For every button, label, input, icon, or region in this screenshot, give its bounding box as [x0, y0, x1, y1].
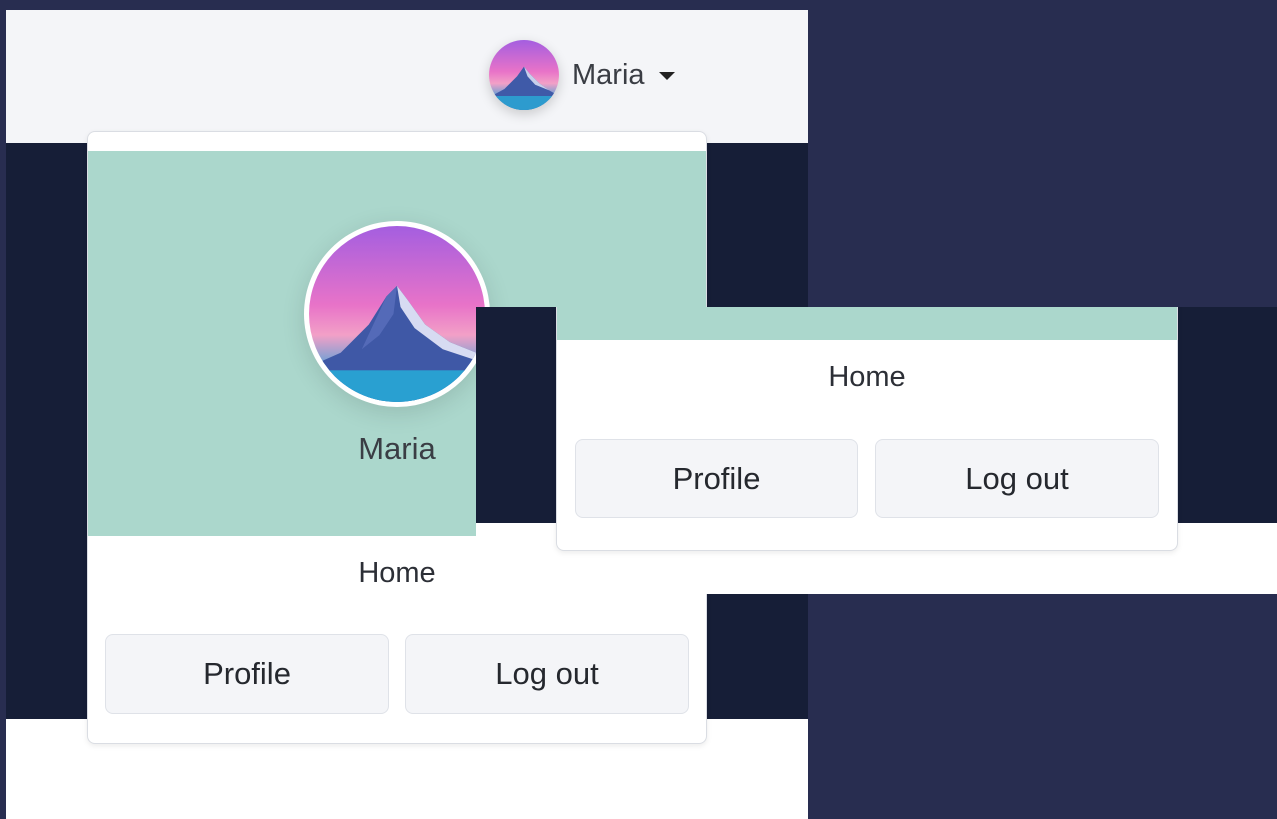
screenshot-panel-cropped: Home Profile Log out [476, 307, 1277, 594]
user-dropdown-menu-cropped: Home Profile Log out [556, 307, 1178, 551]
user-menu-toggle[interactable]: Maria [489, 38, 685, 112]
mountain-icon [309, 285, 485, 402]
home-link[interactable]: Home [557, 361, 1177, 394]
navbar: Maria [6, 10, 808, 143]
nav-username: Maria [572, 58, 645, 91]
mountain-icon [489, 66, 559, 110]
profile-button[interactable]: Profile [575, 439, 858, 518]
avatar [489, 40, 559, 110]
profile-button[interactable]: Profile [105, 634, 389, 714]
avatar-frame [304, 221, 490, 407]
caret-down-icon [658, 72, 675, 80]
avatar-large [309, 226, 485, 402]
logout-button[interactable]: Log out [875, 439, 1159, 518]
user-header-strip [557, 307, 1177, 340]
logout-button[interactable]: Log out [405, 634, 689, 714]
